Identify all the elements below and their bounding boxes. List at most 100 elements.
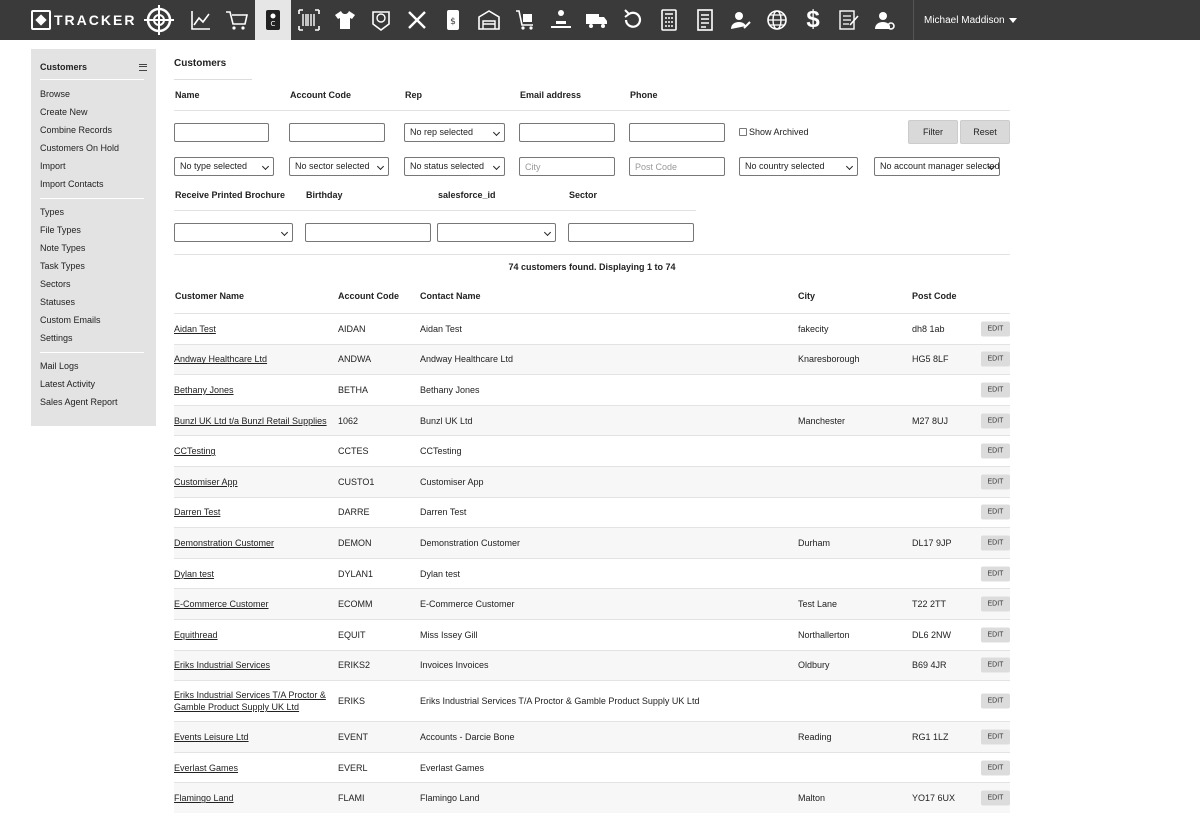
edit-button[interactable]: EDIT xyxy=(981,413,1010,429)
menu-icon[interactable] xyxy=(139,63,147,71)
table-row: E-Commerce Customer ECOMM E-Commerce Custo… xyxy=(174,588,1010,619)
sidebar-item-types[interactable]: Types xyxy=(31,203,156,221)
salesforce-id-select[interactable] xyxy=(437,223,556,242)
header-city[interactable]: City xyxy=(798,291,815,301)
edit-button[interactable]: EDIT xyxy=(981,729,1010,745)
user-edit-icon[interactable] xyxy=(723,0,759,40)
rep-select[interactable]: No rep selected xyxy=(404,123,505,142)
cart-icon[interactable] xyxy=(219,0,255,40)
city-input[interactable] xyxy=(519,157,615,176)
conveyor-icon[interactable] xyxy=(543,0,579,40)
sidebar-item-task-types[interactable]: Task Types xyxy=(31,257,156,275)
shirt-icon[interactable] xyxy=(327,0,363,40)
sidebar-item-note-types[interactable]: Note Types xyxy=(31,239,156,257)
sidebar-item-settings[interactable]: Settings xyxy=(31,329,156,347)
sidebar-item-combine-records[interactable]: Combine Records xyxy=(31,121,156,139)
edit-button[interactable]: EDIT xyxy=(981,443,1010,459)
customer-name-link[interactable]: Aidan Test xyxy=(174,323,334,335)
calculator-icon[interactable] xyxy=(651,0,687,40)
barcode-icon[interactable] xyxy=(291,0,327,40)
customer-name-link[interactable]: Darren Test xyxy=(174,506,334,518)
sidebar-item-latest-activity[interactable]: Latest Activity xyxy=(31,375,156,393)
checkbox-box[interactable] xyxy=(739,128,747,136)
sidebar-item-import-contacts[interactable]: Import Contacts xyxy=(31,175,156,193)
chart-icon[interactable] xyxy=(183,0,219,40)
sidebar-item-customers-on-hold[interactable]: Customers On Hold xyxy=(31,139,156,157)
phone-money-icon[interactable]: $ xyxy=(435,0,471,40)
customer-name-link[interactable]: Demonstration Customer xyxy=(174,537,334,549)
edit-button[interactable]: EDIT xyxy=(981,596,1010,612)
header-contact-name[interactable]: Contact Name xyxy=(420,291,481,301)
edit-button[interactable]: EDIT xyxy=(981,474,1010,490)
edit-button[interactable]: EDIT xyxy=(981,657,1010,673)
sidebar-item-sectors[interactable]: Sectors xyxy=(31,275,156,293)
user-settings-icon[interactable] xyxy=(867,0,903,40)
customer-name-link[interactable]: Everlast Games xyxy=(174,762,334,774)
customer-name-link[interactable]: Andway Healthcare Ltd xyxy=(174,353,334,365)
returns-icon[interactable] xyxy=(615,0,651,40)
customer-name-link[interactable]: Equithread xyxy=(174,629,334,641)
customer-name-link[interactable]: Events Leisure Ltd xyxy=(174,731,334,743)
type-select[interactable]: No type selected xyxy=(174,157,274,176)
customer-name-link[interactable]: Eriks Industrial Services T/A Proctor & … xyxy=(174,689,334,713)
edit-button[interactable]: EDIT xyxy=(981,535,1010,551)
header-account-code[interactable]: Account Code xyxy=(338,291,399,301)
customer-name-link[interactable]: E-Commerce Customer xyxy=(174,598,334,610)
account-code-input[interactable] xyxy=(289,123,385,142)
dollar-icon[interactable]: $ xyxy=(795,0,831,40)
sidebar-item-create-new[interactable]: Create New xyxy=(31,103,156,121)
edit-button[interactable]: EDIT xyxy=(981,790,1010,806)
edit-button[interactable]: EDIT xyxy=(981,693,1010,709)
warehouse-icon[interactable] xyxy=(471,0,507,40)
brochure-select[interactable] xyxy=(174,223,293,242)
customer-name-link[interactable]: Eriks Industrial Services xyxy=(174,659,334,671)
contact-name-cell: Accounts - Darcie Bone xyxy=(420,731,515,742)
invoice-icon[interactable] xyxy=(687,0,723,40)
user-menu[interactable]: Michael Maddison xyxy=(913,0,1017,40)
sector-select[interactable]: No sector selected xyxy=(289,157,389,176)
lifebuoy-icon[interactable] xyxy=(363,0,399,40)
sidebar-item-sales-agent-report[interactable]: Sales Agent Report xyxy=(31,393,156,411)
phone-input[interactable] xyxy=(629,123,725,142)
filter-button[interactable]: Filter xyxy=(908,120,958,144)
edit-button[interactable]: EDIT xyxy=(981,382,1010,398)
country-select[interactable]: No country selected xyxy=(739,157,858,176)
target-icon[interactable] xyxy=(141,2,177,38)
contacts-book-icon[interactable]: C xyxy=(255,0,291,40)
report-clipboard-icon[interactable] xyxy=(831,0,867,40)
customer-name-link[interactable]: Flamingo Land xyxy=(174,792,334,804)
name-input[interactable] xyxy=(174,123,269,142)
status-select[interactable]: No status selected xyxy=(404,157,505,176)
sidebar-item-import[interactable]: Import xyxy=(31,157,156,175)
email-input[interactable] xyxy=(519,123,615,142)
trolley-icon[interactable] xyxy=(507,0,543,40)
customer-name-link[interactable]: CCTesting xyxy=(174,445,334,457)
birthday-input[interactable] xyxy=(305,223,431,242)
sector-input[interactable] xyxy=(568,223,694,242)
header-post-code[interactable]: Post Code xyxy=(912,291,957,301)
header-customer-name[interactable]: Customer Name xyxy=(175,291,244,301)
post-code-input[interactable] xyxy=(629,157,725,176)
delivery-truck-icon[interactable] xyxy=(579,0,615,40)
globe-icon[interactable] xyxy=(759,0,795,40)
sidebar-item-custom-emails[interactable]: Custom Emails xyxy=(31,311,156,329)
sidebar-item-mail-logs[interactable]: Mail Logs xyxy=(31,357,156,375)
reset-button[interactable]: Reset xyxy=(960,120,1010,144)
edit-button[interactable]: EDIT xyxy=(981,760,1010,776)
tools-icon[interactable] xyxy=(399,0,435,40)
edit-button[interactable]: EDIT xyxy=(981,566,1010,582)
edit-button[interactable]: EDIT xyxy=(981,627,1010,643)
customer-name-link[interactable]: Bethany Jones xyxy=(174,384,334,396)
account-manager-select[interactable]: No account manager selected xyxy=(874,157,1000,176)
sidebar-item-browse[interactable]: Browse xyxy=(31,85,156,103)
customer-name-link[interactable]: Bunzl UK Ltd t/a Bunzl Retail Supplies xyxy=(174,415,334,427)
tracker-logo[interactable]: TRACKER xyxy=(0,0,139,40)
edit-button[interactable]: EDIT xyxy=(981,351,1010,367)
show-archived-checkbox[interactable]: Show Archived xyxy=(739,127,809,137)
customer-name-link[interactable]: Dylan test xyxy=(174,568,334,580)
sidebar-item-file-types[interactable]: File Types xyxy=(31,221,156,239)
edit-button[interactable]: EDIT xyxy=(981,504,1010,520)
sidebar-item-statuses[interactable]: Statuses xyxy=(31,293,156,311)
edit-button[interactable]: EDIT xyxy=(981,321,1010,337)
customer-name-link[interactable]: Customiser App xyxy=(174,476,334,488)
